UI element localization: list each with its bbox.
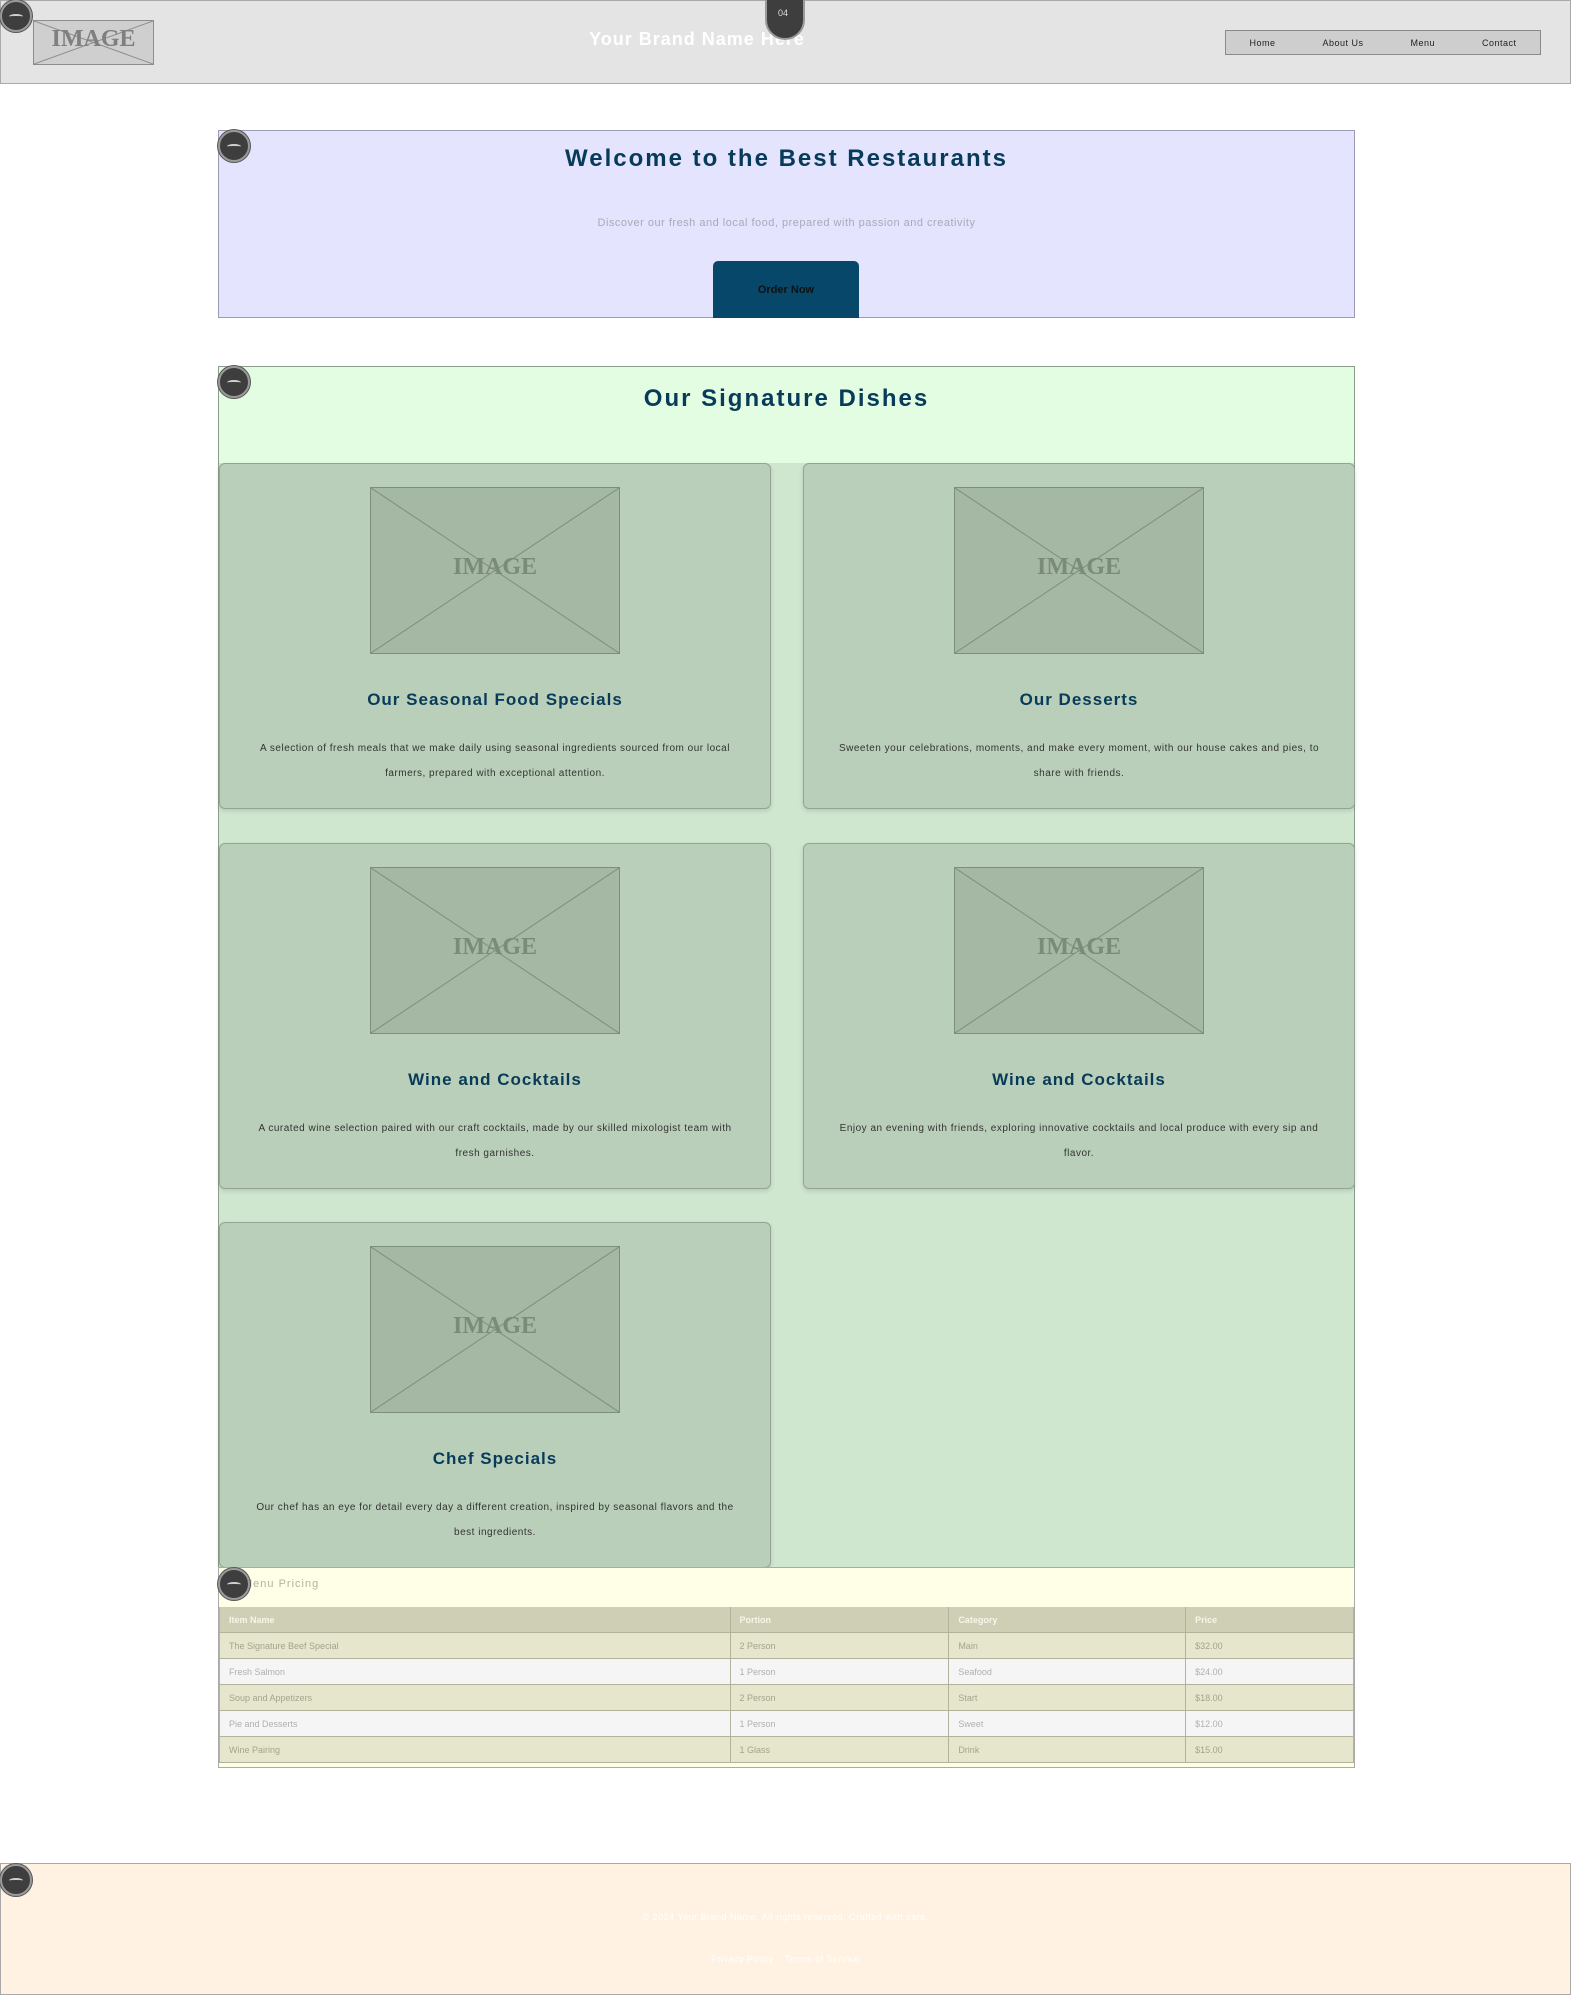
table-cell: $12.00 [1185, 1710, 1354, 1737]
table-cell: The Signature Beef Special [219, 1632, 731, 1659]
main-navigation: Home About Us Menu Contact [1225, 30, 1541, 55]
privacy-policy-link[interactable]: Privacy Policy [711, 1954, 774, 1964]
table-row[interactable]: Pie and Desserts 1 Person Sweet $12.00 [219, 1710, 1354, 1737]
feature-card[interactable]: IMAGE Chef Specials Our chef has an eye … [219, 1222, 771, 1568]
column-header[interactable]: Category [948, 1607, 1187, 1633]
table-cell: Seafood [948, 1658, 1187, 1685]
card-description: Sweeten your celebrations, moments, and … [838, 743, 1320, 779]
table-cell: $24.00 [1185, 1658, 1354, 1685]
table-cell: 2 Person [729, 1632, 950, 1659]
section-marker-icon[interactable] [218, 130, 250, 162]
card-description: Our chef has an eye for detail every day… [256, 1502, 734, 1538]
feature-card[interactable]: IMAGE Our Seasonal Food Specials A selec… [219, 463, 771, 809]
table-cell: $32.00 [1185, 1632, 1354, 1659]
tab-marker-icon[interactable]: 04 [765, 0, 805, 40]
table-row[interactable]: Wine Pairing 1 Glass Drink $15.00 [219, 1736, 1354, 1763]
features-header-band: Our Signature Dishes [219, 367, 1354, 463]
hero-title: Welcome to the Best Restaurants [565, 145, 1008, 172]
nav-link-about[interactable]: About Us [1322, 38, 1363, 48]
card-title: Chef Specials [432, 1449, 558, 1468]
card-image-placeholder: IMAGE [370, 867, 620, 1034]
card-title: Wine and Cocktails [408, 1070, 582, 1089]
column-header[interactable]: Price [1185, 1607, 1354, 1633]
table-cell: 2 Person [729, 1684, 950, 1711]
table-cell: $18.00 [1185, 1684, 1354, 1711]
placeholder-text: IMAGE [1037, 934, 1121, 960]
hero-section: Welcome to the Best Restaurants Discover… [218, 130, 1355, 318]
table-cell: 1 Person [729, 1710, 950, 1737]
logo-placeholder-text: IMAGE [51, 26, 136, 52]
nav-link-home[interactable]: Home [1249, 38, 1275, 48]
table-cell: Sweet [948, 1710, 1187, 1737]
placeholder-text: IMAGE [453, 934, 537, 960]
table-cell: Main [948, 1632, 1187, 1659]
column-header[interactable]: Item Name [219, 1607, 731, 1633]
card-description: A curated wine selection paired with our… [258, 1123, 732, 1159]
table-cell: Wine Pairing [219, 1736, 731, 1763]
footer-links: Privacy Policy Terms of Service [1, 1954, 1570, 1964]
section-marker-icon[interactable] [218, 1568, 250, 1600]
table-row[interactable]: Soup and Appetizers 2 Person Start $18.0… [219, 1684, 1354, 1711]
card-image-placeholder: IMAGE [370, 1246, 620, 1413]
pricing-table: Item Name Portion Category Price The Sig… [219, 1607, 1354, 1763]
table-cell: 1 Person [729, 1658, 950, 1685]
column-header[interactable]: Portion [729, 1607, 950, 1633]
site-footer: © 2024 Your Brand Name. All rights reser… [0, 1863, 1571, 1995]
section-marker-icon[interactable] [218, 366, 250, 398]
nav-link-contact[interactable]: Contact [1482, 38, 1517, 48]
table-header-row: Item Name Portion Category Price [219, 1607, 1354, 1633]
placeholder-text: IMAGE [1037, 554, 1121, 580]
card-image-placeholder: IMAGE [370, 487, 620, 654]
card-title: Our Seasonal Food Specials [367, 690, 623, 709]
tab-marker-label: 04 [777, 8, 788, 18]
placeholder-text: IMAGE [453, 1313, 537, 1339]
feature-card[interactable]: IMAGE Wine and Cocktails Enjoy an evenin… [803, 843, 1355, 1189]
table-cell: Fresh Salmon [219, 1658, 731, 1685]
order-now-button[interactable]: Order Now [713, 261, 859, 318]
table-cell: Drink [948, 1736, 1187, 1763]
card-title: Wine and Cocktails [992, 1070, 1166, 1089]
card-description: A selection of fresh meals that we make … [260, 743, 730, 779]
table-cell: $15.00 [1185, 1736, 1354, 1763]
features-section: Our Signature Dishes IMAGE Our Seasonal … [218, 366, 1355, 1570]
table-cell: Soup and Appetizers [219, 1684, 731, 1711]
placeholder-text: IMAGE [453, 554, 537, 580]
footer-copyright: © 2024 Your Brand Name. All rights reser… [642, 1912, 929, 1922]
table-cell: Start [948, 1684, 1187, 1711]
table-cell: 1 Glass [729, 1736, 950, 1763]
card-description: Enjoy an evening with friends, exploring… [839, 1123, 1319, 1159]
pricing-title: Menu Pricing [243, 1578, 320, 1590]
feature-card[interactable]: IMAGE Our Desserts Sweeten your celebrat… [803, 463, 1355, 809]
section-marker-icon[interactable] [0, 0, 32, 32]
table-row[interactable]: Fresh Salmon 1 Person Seafood $24.00 [219, 1658, 1354, 1685]
pricing-section: Menu Pricing Item Name Portion Category … [218, 1567, 1355, 1768]
feature-card[interactable]: IMAGE Wine and Cocktails A curated wine … [219, 843, 771, 1189]
section-marker-icon[interactable] [0, 1864, 32, 1896]
features-title: Our Signature Dishes [643, 385, 930, 412]
hero-subtitle: Discover our fresh and local food, prepa… [597, 217, 976, 229]
card-image-placeholder: IMAGE [954, 867, 1204, 1034]
table-cell: Pie and Desserts [219, 1710, 731, 1737]
card-image-placeholder: IMAGE [954, 487, 1204, 654]
logo-image-placeholder[interactable]: IMAGE [33, 20, 154, 65]
table-row[interactable]: The Signature Beef Special 2 Person Main… [219, 1632, 1354, 1659]
nav-link-menu[interactable]: Menu [1410, 38, 1435, 48]
card-title: Our Desserts [1019, 690, 1139, 709]
terms-of-service-link[interactable]: Terms of Service [785, 1954, 860, 1964]
